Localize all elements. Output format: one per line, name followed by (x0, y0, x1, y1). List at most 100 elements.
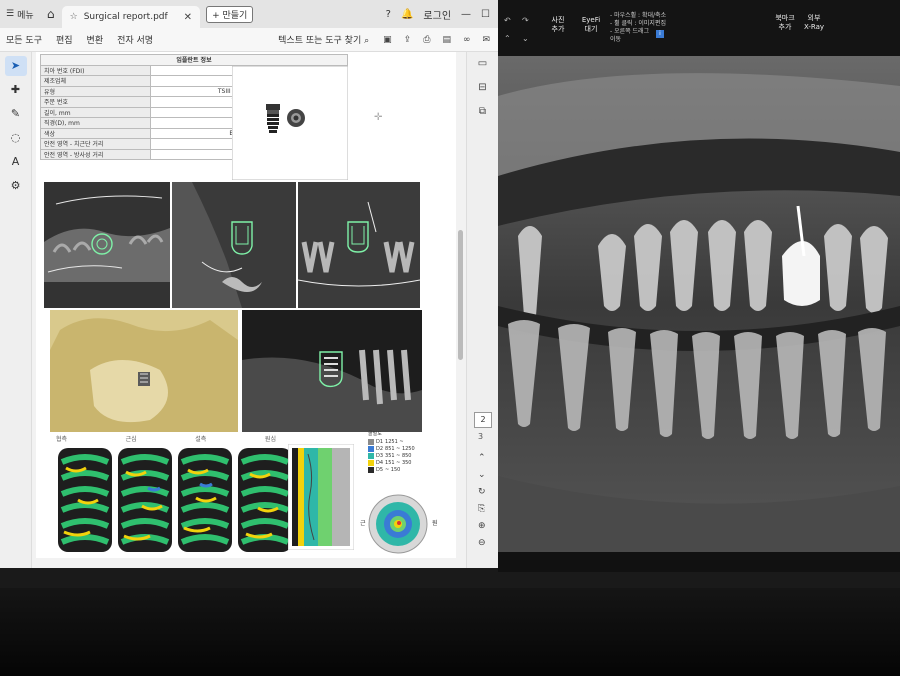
edit-menu[interactable]: 편집 (56, 33, 73, 46)
collapse-icon[interactable]: ⌃ (504, 34, 511, 43)
comments-panel-icon[interactable]: ▭ (473, 58, 493, 76)
zoom-in-icon[interactable]: ⊕ (478, 518, 486, 535)
tab-bar: ☰ 메뉴 ⌂ ☆ Surgical report.pdf ✕ + 만들기 ? 🔔… (0, 0, 498, 28)
legend-swatch (368, 467, 374, 473)
rotate-icon[interactable]: ↻ (478, 484, 486, 501)
implant-model-image (232, 66, 348, 180)
new-tab-button[interactable]: + 만들기 (206, 5, 254, 23)
panoramic-xray-image[interactable] (498, 56, 900, 552)
pen-tool-icon[interactable]: ✎ (5, 104, 27, 124)
close-tab-icon[interactable]: ✕ (184, 12, 192, 23)
cursor-crosshair-icon: ✛ (374, 112, 383, 123)
search-icon: ⌕ (364, 36, 370, 46)
legend-title: 골밀도 (368, 431, 382, 437)
page-total: 3 (478, 432, 484, 441)
ct-axial-view-image (44, 182, 170, 308)
compass-left-label: 근 (360, 520, 366, 527)
mail-icon[interactable]: ✉ (482, 35, 490, 45)
mouse-help-text: - 마우스휠 : 확대/축소 - 휠 클릭 : 이미지편집 - 오른쪽 드래그 … (610, 12, 666, 44)
comment-tool-icon[interactable]: ✚ (5, 80, 27, 100)
document-tab[interactable]: ☆ Surgical report.pdf ✕ (61, 6, 201, 28)
redo-icon[interactable]: ↷ (522, 16, 529, 25)
legend-range: 151 ~ 350 (385, 460, 412, 466)
help-icon[interactable]: ? (386, 9, 391, 20)
maximize-icon[interactable]: ☐ (481, 9, 490, 20)
pdf-page: 임플란트 정보 치아 번호 (FDI)16 제조업체Osstem 유형TSIII… (36, 52, 456, 558)
legend-row: D5 ~ 150 (368, 467, 428, 473)
legend-row: D3 351 ~ 850 (368, 453, 428, 459)
add-photo-button[interactable]: 사진 추가 (546, 16, 570, 34)
info-icon[interactable]: i (656, 30, 664, 38)
eyefi-button[interactable]: EyeFi 대기 (578, 16, 604, 34)
save-icon[interactable]: ▣ (383, 35, 392, 45)
undo-icon[interactable]: ↶ (504, 16, 511, 25)
legend-row: D4 151 ~ 350 (368, 460, 428, 466)
view-labels: 협측 근심 설측 원심 (56, 434, 276, 443)
menu-label: 메뉴 (17, 10, 34, 21)
page-down-icon[interactable]: ⌄ (478, 467, 486, 484)
all-tools-menu[interactable]: 모든 도구 (6, 33, 42, 46)
pdf-viewer-window: ☰ 메뉴 ⌂ ☆ Surgical report.pdf ✕ + 만들기 ? 🔔… (0, 0, 498, 568)
add-bookmark-button[interactable]: 북마크 추가 (770, 14, 800, 32)
legend-row: D1 1251 ~ (368, 439, 428, 445)
density-target-diagram (368, 494, 428, 554)
ct-panoramic-slice-image (298, 182, 420, 308)
monitor-screen: ☰ 메뉴 ⌂ ☆ Surgical report.pdf ✕ + 만들기 ? 🔔… (0, 0, 900, 590)
help-line: - 마우스휠 : 확대/축소 (610, 12, 667, 19)
legend-code: D1 (376, 439, 384, 445)
menu-button[interactable]: ☰ 메뉴 (0, 8, 40, 21)
table-key: 길이, mm (40, 106, 151, 118)
legend-swatch (368, 439, 374, 445)
density-profile-chart (288, 444, 354, 550)
home-icon[interactable]: ⌂ (40, 7, 62, 21)
legend-range: 351 ~ 850 (385, 453, 412, 459)
legend-code: D4 (376, 460, 384, 466)
star-icon[interactable]: ☆ (70, 12, 78, 22)
external-xray-button[interactable]: 외부 X-Ray (798, 14, 830, 32)
zoom-out-icon[interactable]: ⊖ (478, 535, 486, 552)
convert-menu[interactable]: 변환 (87, 33, 104, 46)
table-key: 유형 (40, 85, 151, 97)
upload-icon[interactable]: ⇪ (404, 35, 412, 45)
view-label: 설측 (195, 436, 207, 443)
xray-viewer-window: ↶ ⌃ ↷ ⌄ 사진 추가 EyeFi 대기 - 마우스휠 : 확대/축소 - … (498, 0, 900, 572)
minimize-icon[interactable]: — (461, 9, 471, 20)
legend-code: D3 (376, 453, 384, 459)
legend-swatch (368, 460, 374, 466)
tab-title: Surgical report.pdf (83, 12, 168, 22)
legend-range: 851 ~ 1250 (385, 446, 415, 452)
bell-icon[interactable]: 🔔 (401, 9, 413, 20)
stamp-tool-icon[interactable]: ⚙ (5, 176, 27, 196)
link-icon[interactable]: ∞ (463, 35, 471, 45)
legend-range: 1251 ~ (385, 439, 404, 445)
legend-swatch (368, 446, 374, 452)
login-button[interactable]: 로그인 (423, 7, 451, 22)
select-tool-icon[interactable]: ➤ (4, 56, 27, 76)
page-number-input[interactable]: 2 (474, 412, 492, 428)
scrollbar[interactable] (458, 230, 463, 360)
esign-menu[interactable]: 전자 서명 (117, 33, 153, 46)
bookmark-panel-icon[interactable]: ⊟ (473, 82, 493, 100)
draw-tool-icon[interactable]: ◌ (5, 128, 27, 148)
expand-icon[interactable]: ⌄ (522, 34, 529, 43)
table-key: 안전 영역 - 치근단 거리 (40, 138, 151, 150)
density-legend: 골밀도 D1 1251 ~ D2 851 ~ 1250 D3 351 ~ 850 D4… (368, 430, 428, 473)
legend-range: ~ 150 (385, 467, 401, 473)
left-tool-rail: ➤ ✚ ✎ ◌ A ⚙ (0, 52, 32, 568)
viewer-toolbar: ↶ ⌃ ↷ ⌄ 사진 추가 EyeFi 대기 - 마우스휠 : 확대/축소 - … (498, 0, 900, 56)
view-label: 협측 (56, 436, 68, 443)
implant-table-title: 임플란트 정보 (40, 54, 348, 66)
text-tool-icon[interactable]: A (5, 152, 27, 172)
tool-search-label: 텍스트 또는 도구 찾기 (278, 36, 362, 46)
ai-assistant-icon[interactable]: ▤ (442, 35, 451, 45)
table-key: 주문 번호 (40, 96, 151, 108)
legend-row: D2 851 ~ 1250 (368, 446, 428, 452)
tool-search[interactable]: 텍스트 또는 도구 찾기 ⌕ (278, 33, 369, 46)
legend-code: D5 (376, 467, 384, 473)
compass-right-label: 원 (432, 520, 438, 527)
print-icon[interactable]: ⎙ (423, 35, 430, 45)
ct-3d-render-image (50, 310, 238, 432)
pages-panel-icon[interactable]: ⧉ (473, 106, 493, 124)
page-up-icon[interactable]: ⌃ (478, 450, 486, 467)
fit-page-icon[interactable]: ⎘ (478, 501, 486, 518)
